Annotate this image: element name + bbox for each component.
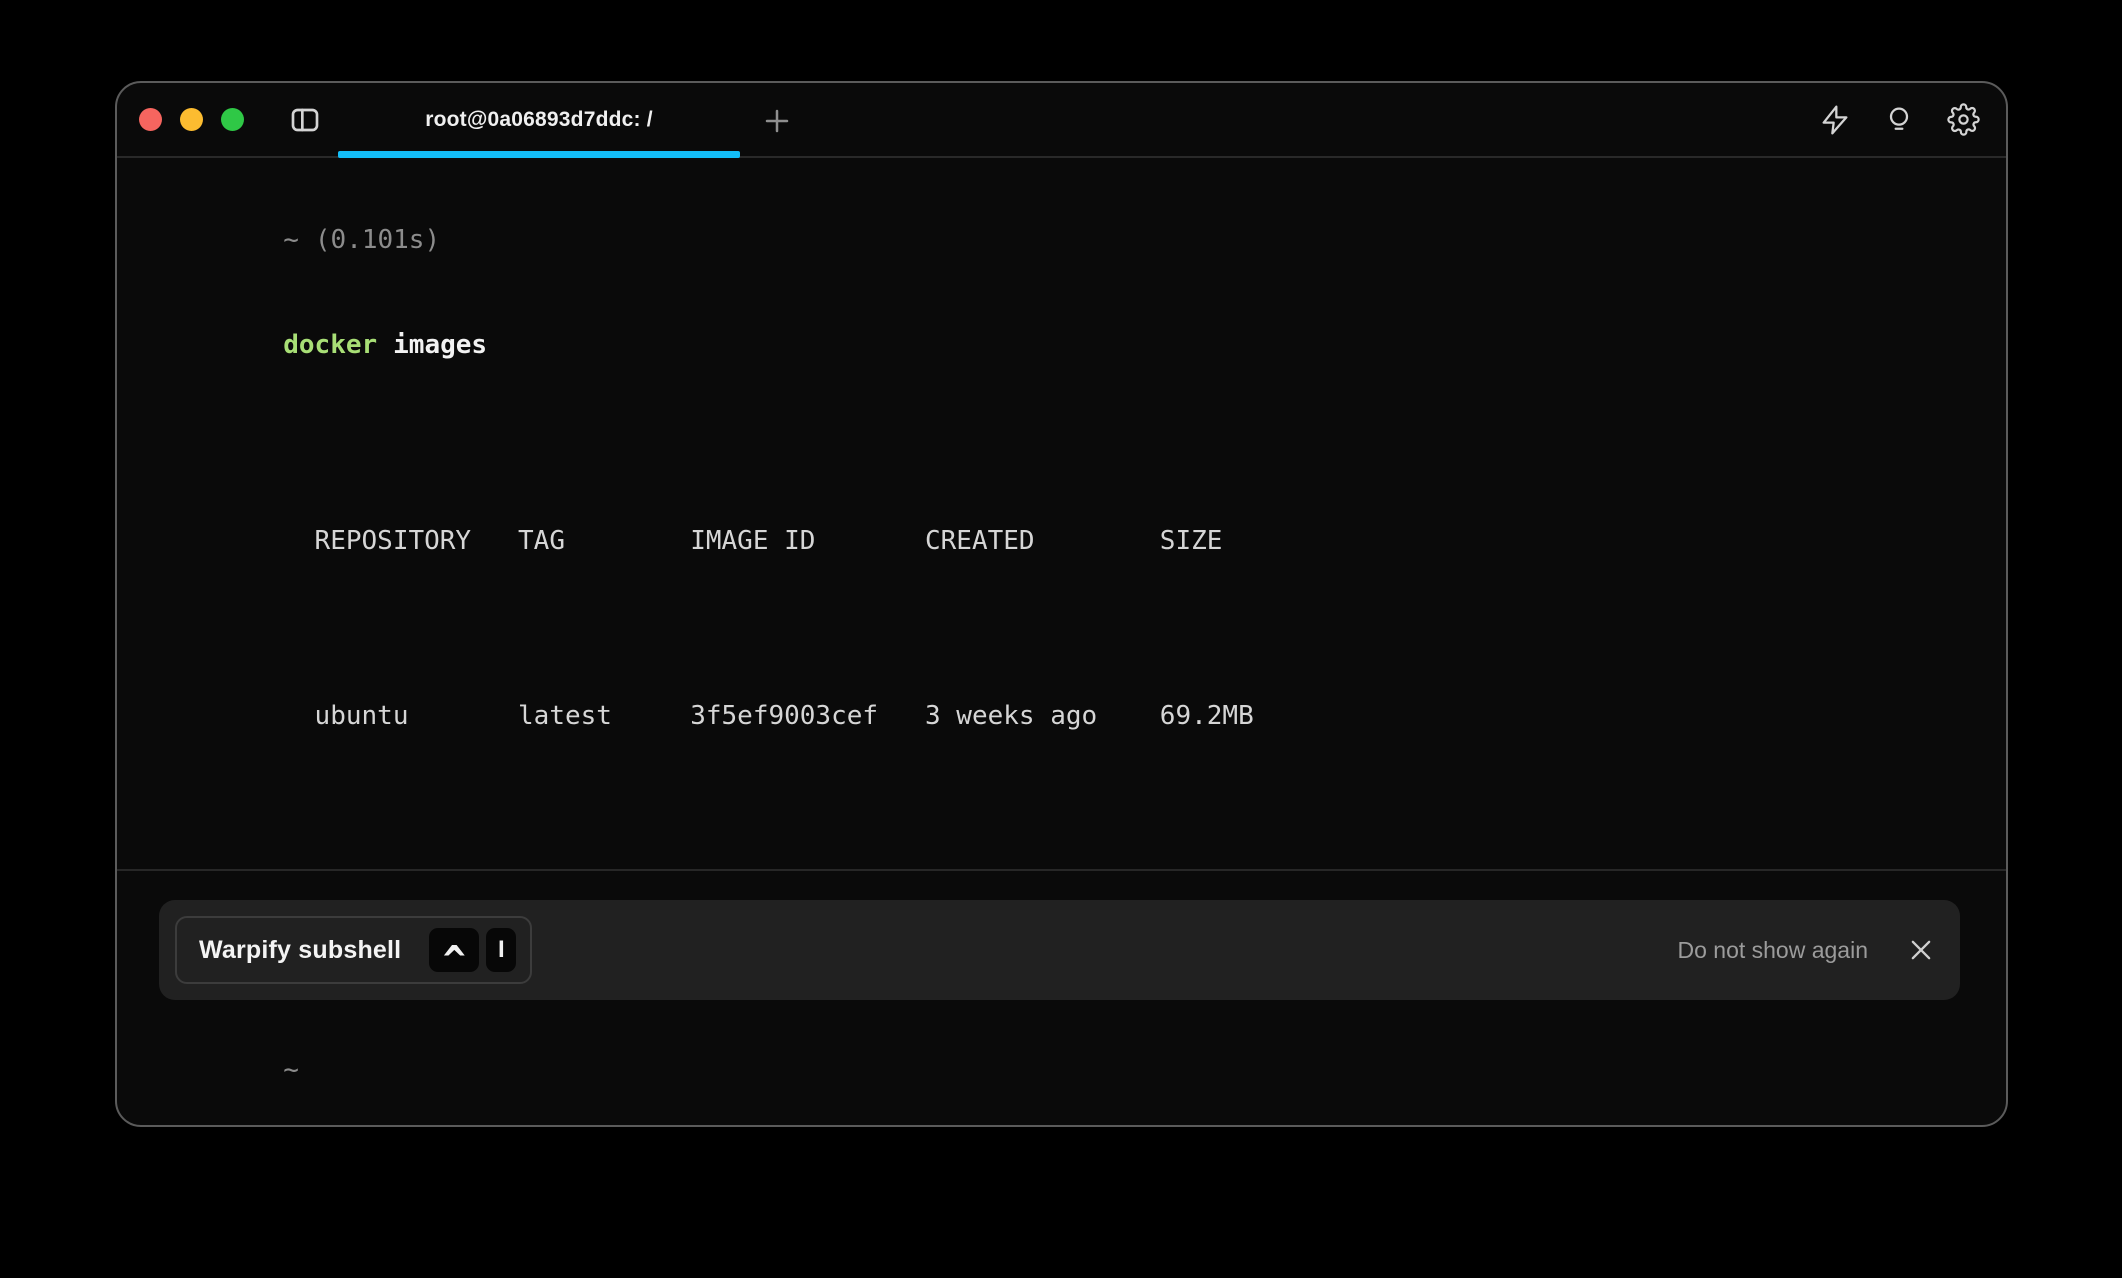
table-row: ubuntulatest3f5ef9003cef3 weeks ago69.2M… <box>158 664 1976 769</box>
prompt-line-1: ~ (0.101s) <box>158 188 1976 293</box>
keycap-ctrl: ^ <box>429 928 479 972</box>
cell-repository: ubuntu <box>315 699 518 734</box>
banner-close-button[interactable] <box>1906 935 1936 965</box>
banner-actions: Do not show again <box>1677 935 1936 965</box>
block-divider <box>117 869 2006 871</box>
active-tab-indicator <box>338 151 740 158</box>
gear-icon <box>1947 103 1980 136</box>
prompt-symbol: ~ <box>283 225 299 255</box>
header-size: SIZE <box>1160 524 1223 559</box>
cell-tag: latest <box>518 699 690 734</box>
docker-images-table: REPOSITORYTAGIMAGE IDCREATEDSIZE ubuntul… <box>158 419 1976 839</box>
command-duration: (0.101s) <box>315 225 440 255</box>
new-tab-button[interactable] <box>757 101 797 141</box>
warpify-title: Warpify subshell <box>199 936 401 965</box>
table-header-row: REPOSITORYTAGIMAGE IDCREATEDSIZE <box>158 489 1976 594</box>
cell-created: 3 weeks ago <box>925 699 1160 734</box>
do-not-show-again-button[interactable]: Do not show again <box>1677 937 1868 964</box>
command-args: images <box>393 330 487 360</box>
close-icon <box>1907 936 1935 964</box>
tab-title: root@0a06893d7ddc: / <box>425 108 653 132</box>
sidebar-toggle-button[interactable] <box>289 104 321 136</box>
settings-button[interactable] <box>1946 103 1980 137</box>
keycap-i: I <box>486 928 516 972</box>
header-created: CREATED <box>925 524 1160 559</box>
terminal-content: ~ (0.101s) docker images REPOSITORYTAGIMAG… <box>117 158 2006 1127</box>
terminal-window: root@0a06893d7ddc: / <box>115 81 2008 1127</box>
prompt-line-2: ~ <box>158 1018 1976 1123</box>
zoom-window-button[interactable] <box>221 108 244 131</box>
minimize-window-button[interactable] <box>180 108 203 131</box>
plus-icon <box>762 106 792 136</box>
header-repository: REPOSITORY <box>315 524 518 559</box>
command-block-1: ~ (0.101s) docker images REPOSITORYTAGIMAG… <box>117 158 2006 839</box>
lightbulb-icon <box>1883 104 1915 136</box>
sidebar-icon <box>289 104 321 136</box>
warpify-subshell-button[interactable]: Warpify subshell ^ I <box>175 916 532 984</box>
command-line-1: docker images <box>158 293 1976 398</box>
command-name: docker <box>283 330 377 360</box>
cell-size: 69.2MB <box>1160 699 1254 734</box>
header-image-id: IMAGE ID <box>690 524 925 559</box>
command-line-2: dockerrun -it ubuntu:latest/bin/bash <box>158 1123 1976 1127</box>
quick-actions-button[interactable] <box>1818 103 1852 137</box>
tab-bar: root@0a06893d7ddc: / <box>117 83 2006 158</box>
shortcut-keys: ^ I <box>429 928 516 972</box>
tips-button[interactable] <box>1882 103 1916 137</box>
prompt-symbol: ~ <box>283 1055 299 1085</box>
close-window-button[interactable] <box>139 108 162 131</box>
command-block-2: ~ dockerrun -it ubuntu:latest/bin/bash r… <box>117 1018 2006 1127</box>
warpify-banner: Warpify subshell ^ I Do not show again <box>159 900 1960 1000</box>
lightning-icon <box>1819 104 1851 136</box>
tab-terminal[interactable]: root@0a06893d7ddc: / <box>338 83 740 156</box>
header-tag: TAG <box>518 524 690 559</box>
traffic-lights <box>117 108 244 131</box>
cell-image-id: 3f5ef9003cef <box>690 699 925 734</box>
toolbar-actions <box>1818 83 1980 156</box>
